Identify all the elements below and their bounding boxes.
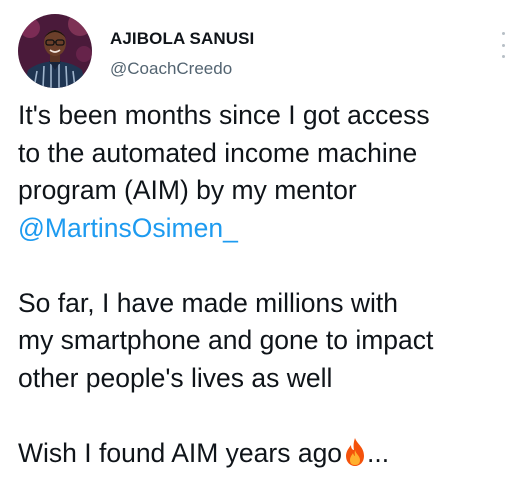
more-vertical-icon[interactable] [498,32,508,58]
tweet-card: AJIBOLA SANUSI @CoachCreedo It's been mo… [0,0,532,493]
tweet-line-text: Wish I found AIM years ago [18,437,343,468]
tweet-ellipsis: ... [367,437,390,468]
fire-icon [346,437,365,466]
tweet-line: other people's lives as well [18,362,333,393]
tweet-line: So far, I have made millions with [18,287,399,318]
tweet-text: It's been months since I got access to t… [18,97,518,472]
author-handle[interactable]: @CoachCreedo [110,59,254,79]
tweet-line: my smartphone and gone to impact [18,325,434,355]
tweet-line: program (AIM) by my mentor [18,175,357,205]
author-info: AJIBOLA SANUSI @CoachCreedo [110,29,254,79]
person-photo-icon [18,14,92,88]
tweet-line: to the automated income machine [18,137,418,168]
author-display-name[interactable]: AJIBOLA SANUSI [110,29,254,49]
mention-link[interactable]: @MartinsOsimen_ [18,213,238,243]
tweet-line: It's been months since I got access [18,100,430,130]
tweet-line-last: Wish I found AIM years ago ... [18,435,518,473]
avatar[interactable] [18,14,92,88]
